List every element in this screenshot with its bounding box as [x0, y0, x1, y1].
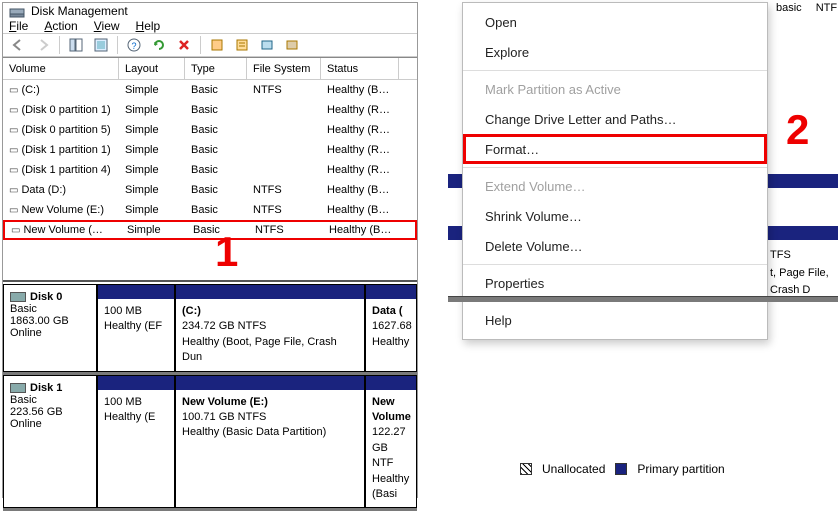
table-header: Volume Layout Type File System Status [3, 58, 417, 80]
volume-table: Volume Layout Type File System Status ▭(… [3, 57, 417, 240]
toolbar: ? [3, 33, 417, 57]
disk-row: Disk 1Basic223.56 GBOnline100 MBHealthy … [3, 375, 417, 511]
partition[interactable]: 100 MBHealthy (E [97, 375, 175, 509]
volume-icon: ▭ [9, 185, 18, 196]
action-icon-2[interactable] [231, 34, 253, 56]
titlebar: Disk Management [3, 3, 417, 19]
legend-primary-icon [615, 463, 627, 475]
app-title: Disk Management [31, 4, 128, 18]
svg-text:?: ? [131, 41, 136, 51]
disks-pane: Disk 0Basic1863.00 GBOnline100 MBHealthy… [3, 282, 417, 511]
partition-text-fragment: TFS t, Page File, Crash D [770, 247, 838, 300]
table-row[interactable]: ▭(Disk 0 partition 5)SimpleBasicHealthy … [3, 120, 417, 140]
partition[interactable]: 100 MBHealthy (EF [97, 284, 175, 372]
col-status[interactable]: Status [321, 58, 399, 79]
menu-mark-active: Mark Partition as Active [463, 74, 767, 104]
action-reload-button[interactable] [148, 34, 170, 56]
context-menu: Open Explore Mark Partition as Active Ch… [462, 2, 768, 340]
action-icon-1[interactable] [206, 34, 228, 56]
volume-icon: ▭ [9, 85, 18, 96]
volume-icon: ▭ [9, 125, 18, 136]
table-row[interactable]: ▭Data (D:)SimpleBasicNTFSHealthy (B… [3, 180, 417, 200]
view-button[interactable] [65, 34, 87, 56]
table-row[interactable]: ▭New Volume (E:)SimpleBasicNTFSHealthy (… [3, 200, 417, 220]
disk-management-window: Disk Management File Action View Help ? … [2, 2, 418, 498]
col-layout[interactable]: Layout [119, 58, 185, 79]
partition[interactable]: (C:)234.72 GB NTFSHealthy (Boot, Page Fi… [175, 284, 365, 372]
col-type[interactable]: Type [185, 58, 247, 79]
legend-primary: Primary partition [637, 462, 724, 476]
menu-explore[interactable]: Explore [463, 37, 767, 67]
app-icon [9, 3, 25, 19]
menubar: File Action View Help [3, 19, 417, 33]
menu-properties[interactable]: Properties [463, 268, 767, 298]
table-row[interactable]: ▭(C:)SimpleBasicNTFSHealthy (B… [3, 80, 417, 100]
menu-open[interactable]: Open [463, 7, 767, 37]
menu-view[interactable]: View [94, 19, 120, 33]
refresh-button[interactable] [90, 34, 112, 56]
disk-row: Disk 0Basic1863.00 GBOnline100 MBHealthy… [3, 284, 417, 375]
forward-button[interactable] [32, 34, 54, 56]
legend: Unallocated Primary partition [520, 462, 725, 476]
menu-extend: Extend Volume… [463, 171, 767, 201]
menu-format[interactable]: Format… [463, 134, 767, 164]
menu-action[interactable]: Action [44, 19, 77, 33]
annotation-2: 2 [786, 106, 809, 154]
pane-divider-right [448, 296, 838, 302]
col-volume[interactable]: Volume [3, 58, 119, 79]
action-icon-4[interactable] [281, 34, 303, 56]
col-fs[interactable]: File System [247, 58, 321, 79]
help-button[interactable]: ? [123, 34, 145, 56]
disk-info[interactable]: Disk 0Basic1863.00 GBOnline [3, 284, 97, 372]
partition[interactable]: New Volume (E:)100.71 GB NTFSHealthy (Ba… [175, 375, 365, 509]
right-screenshot: basic NTF Open Explore Mark Partition as… [418, 2, 838, 498]
table-row[interactable]: ▭(Disk 1 partition 1)SimpleBasicHealthy … [3, 140, 417, 160]
volume-icon: ▭ [11, 225, 20, 236]
legend-unallocated-icon [520, 463, 532, 475]
partition[interactable]: New Volume122.27 GB NTFHealthy (Basi [365, 375, 417, 509]
volume-icon: ▭ [9, 105, 18, 116]
menu-file[interactable]: File [9, 19, 28, 33]
action-icon-3[interactable] [256, 34, 278, 56]
volume-icon: ▭ [9, 165, 18, 176]
volume-icon: ▭ [9, 145, 18, 156]
menu-shrink[interactable]: Shrink Volume… [463, 201, 767, 231]
annotation-1: 1 [215, 228, 238, 276]
disk-info[interactable]: Disk 1Basic223.56 GBOnline [3, 375, 97, 509]
menu-delete-volume[interactable]: Delete Volume… [463, 231, 767, 261]
legend-unallocated: Unallocated [542, 462, 605, 476]
menu-help[interactable]: Help [463, 305, 767, 335]
delete-button[interactable] [173, 34, 195, 56]
disk-icon [10, 383, 26, 393]
table-row[interactable]: ▭(Disk 0 partition 1)SimpleBasicHealthy … [3, 100, 417, 120]
right-header-fragment: basic NTF [772, 2, 838, 22]
menu-help[interactable]: Help [136, 19, 161, 33]
table-row[interactable]: ▭(Disk 1 partition 4)SimpleBasicHealthy … [3, 160, 417, 180]
table-row[interactable]: ▭New Volume (…SimpleBasicNTFSHealthy (B… [3, 220, 417, 240]
disk-icon [10, 292, 26, 302]
volume-icon: ▭ [9, 205, 18, 216]
menu-change-letter[interactable]: Change Drive Letter and Paths… [463, 104, 767, 134]
back-button[interactable] [7, 34, 29, 56]
partition[interactable]: Data (1627.68Healthy [365, 284, 417, 372]
